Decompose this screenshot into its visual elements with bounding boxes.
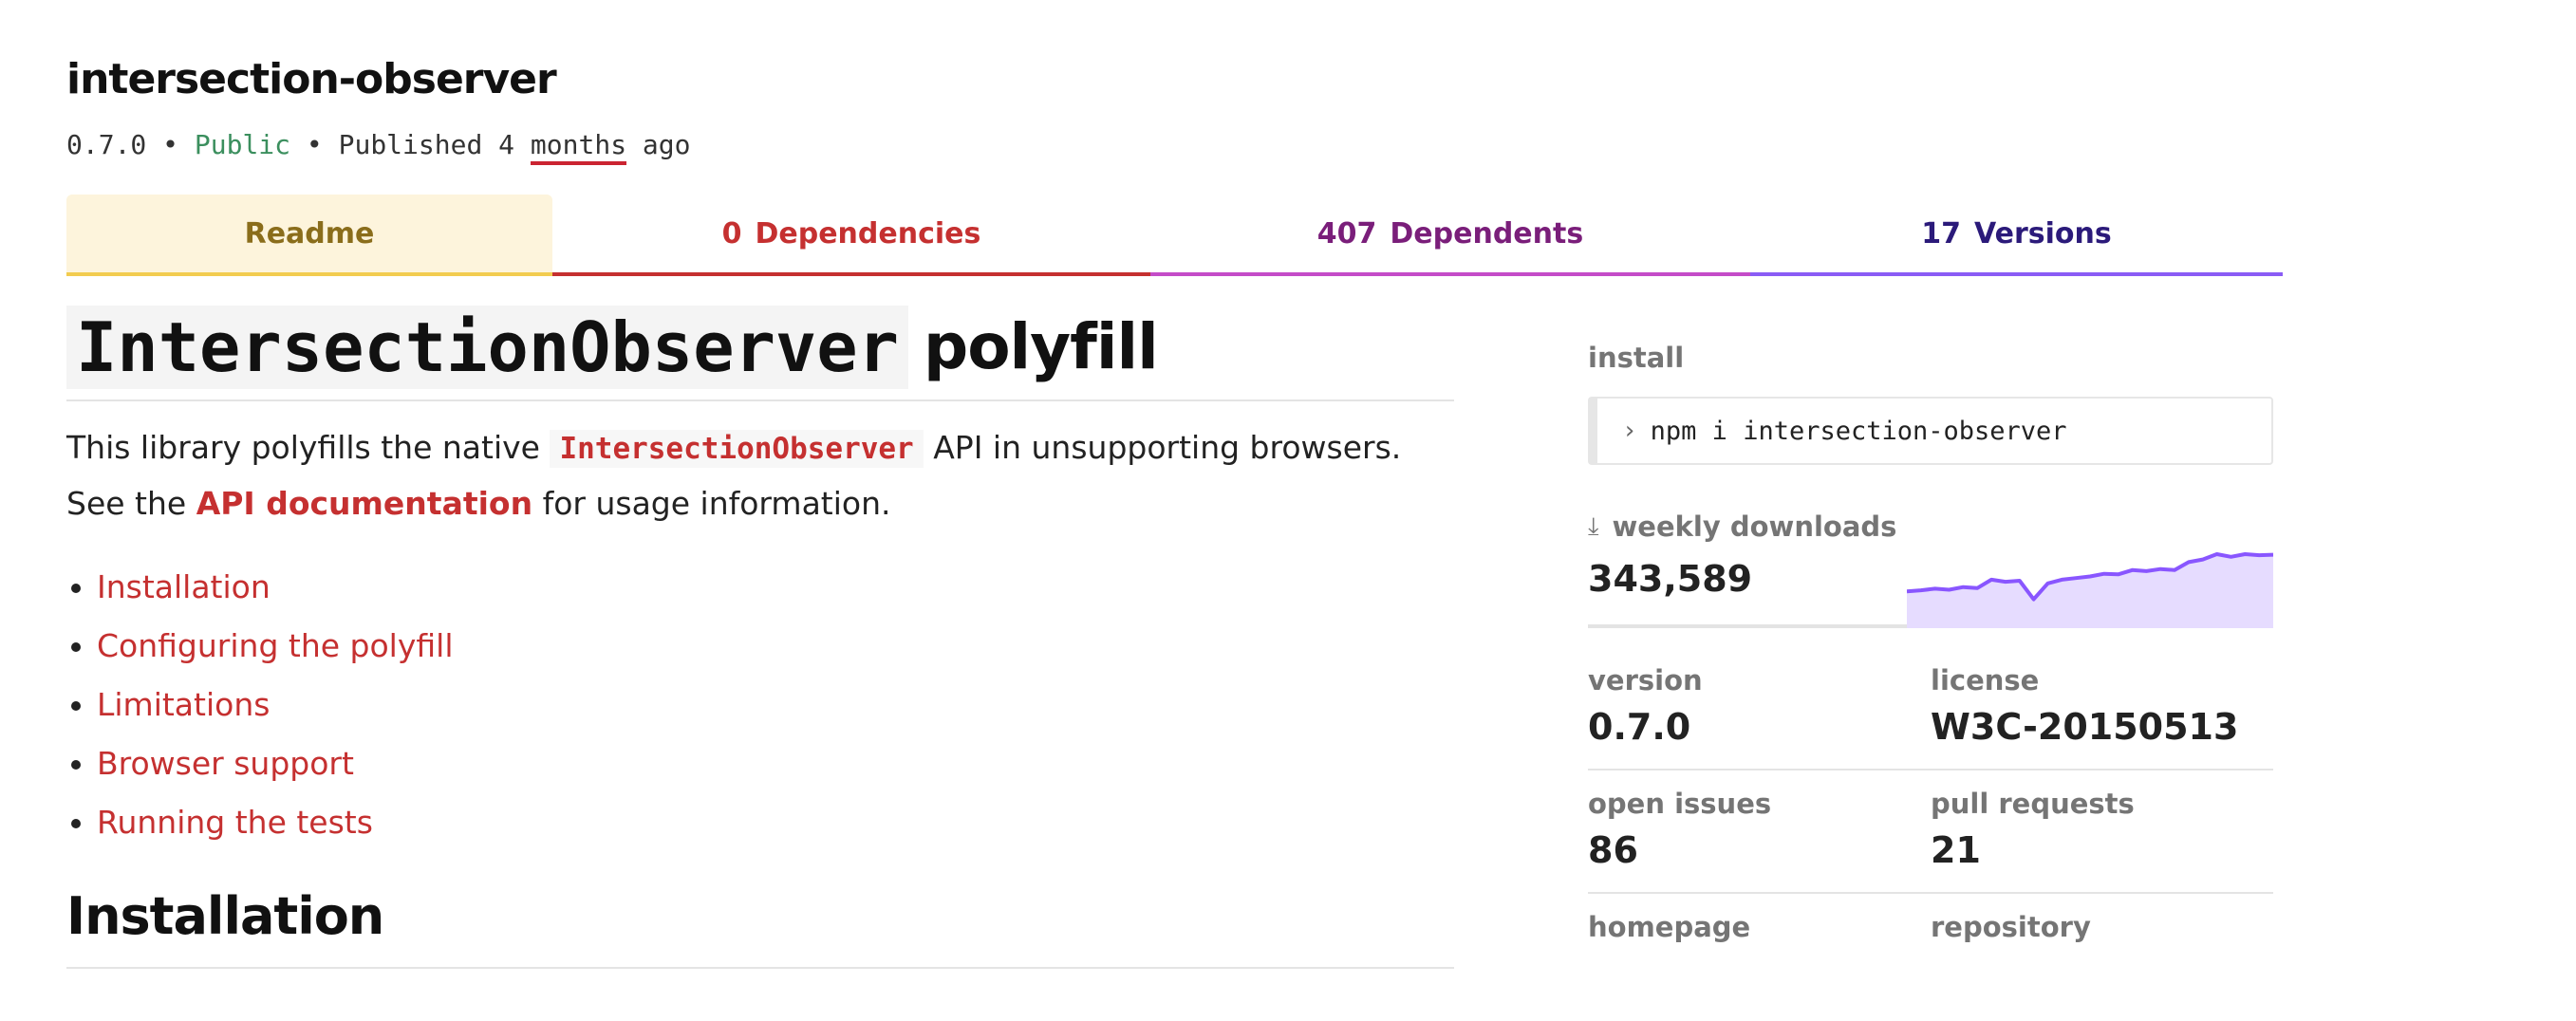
stat-label: pull requests <box>1931 788 2135 820</box>
package-tabs: Readme 0 Dependencies 407 Dependents 17 … <box>66 195 2283 276</box>
tab-label: Readme <box>244 216 375 251</box>
downloads-sparkline <box>1907 552 2273 628</box>
install-label: install <box>1588 342 1685 374</box>
stat-label: homepage <box>1588 911 1751 943</box>
sparkline-area <box>1907 554 2273 628</box>
intro-inline-code: IntersectionObserver <box>550 430 924 468</box>
tab-dependencies[interactable]: 0 Dependencies <box>552 195 1150 276</box>
stat-license: license W3C-20150513 <box>1931 664 2273 748</box>
readme-title-text: polyfill <box>923 310 1159 383</box>
table-of-contents: Installation Configuring the polyfill Li… <box>66 558 1454 852</box>
tab-label: Versions <box>1974 216 2112 251</box>
intro-text: This library polyfills the native <box>66 429 540 466</box>
toc-item: Running the tests <box>97 793 1454 852</box>
stat-label: open issues <box>1588 788 1772 820</box>
downloads-underline <box>1588 624 1907 628</box>
stat-row: version 0.7.0 license W3C-20150513 <box>1588 647 2273 770</box>
tab-count: 407 <box>1316 216 1377 251</box>
toc-link-configuring[interactable]: Configuring the polyfill <box>97 627 454 664</box>
stat-pull-requests: pull requests 21 <box>1931 788 2273 871</box>
stat-value: W3C-20150513 <box>1931 706 2239 748</box>
toc-link-limitations[interactable]: Limitations <box>97 686 270 723</box>
downloads-count: 343,589 <box>1588 558 1753 600</box>
tab-count: 0 <box>721 216 742 251</box>
section-heading: Installation <box>66 886 1454 969</box>
stat-value: 86 <box>1588 829 1638 871</box>
downloads-header: ⤓ weekly downloads <box>1588 510 2273 543</box>
stat-homepage: homepage <box>1588 911 1931 943</box>
stat-label: version <box>1588 664 1703 696</box>
stat-repository: repository <box>1931 911 2273 943</box>
downloads-label: weekly downloads <box>1612 510 1897 543</box>
readme-title-code: IntersectionObserver <box>66 305 908 389</box>
stat-version: version 0.7.0 <box>1588 664 1931 748</box>
tab-readme[interactable]: Readme <box>66 195 552 276</box>
tab-count: 17 <box>1921 216 1962 251</box>
meta-separator: • <box>162 129 179 160</box>
toc-link-browser-support[interactable]: Browser support <box>97 745 354 782</box>
visibility-label: Public <box>194 129 291 160</box>
stat-row: open issues 86 pull requests 21 <box>1588 770 2273 894</box>
published-unit: months <box>530 129 627 165</box>
readme-title: IntersectionObserver polyfill <box>66 302 1454 401</box>
toc-item: Limitations <box>97 676 1454 734</box>
stat-value: 21 <box>1931 829 1981 871</box>
package-title: intersection-observer <box>66 55 557 103</box>
toc-item: Browser support <box>97 734 1454 793</box>
terminal-prompt-icon: › <box>1622 417 1637 445</box>
readme-content: IntersectionObserver polyfill This libra… <box>66 302 1454 969</box>
package-meta: 0.7.0 • Public • Published 4 months ago <box>66 129 691 165</box>
api-documentation-link[interactable]: API documentation <box>196 485 532 522</box>
published-prefix: Published 4 <box>338 129 515 160</box>
package-stats: version 0.7.0 license W3C-20150513 open … <box>1588 647 2273 964</box>
tab-dependents[interactable]: 407 Dependents <box>1150 195 1750 276</box>
package-sidebar: install › npm i intersection-observer ⤓ … <box>1588 342 2273 964</box>
tab-versions[interactable]: 17 Versions <box>1750 195 2283 276</box>
install-command: npm i intersection-observer <box>1650 416 2067 446</box>
toc-link-installation[interactable]: Installation <box>97 568 271 605</box>
intro-text: for usage information. <box>542 485 891 522</box>
install-command-box[interactable]: › npm i intersection-observer <box>1588 397 2273 465</box>
stat-label: repository <box>1931 911 2091 943</box>
download-icon: ⤓ <box>1588 511 1599 541</box>
stat-open-issues: open issues 86 <box>1588 788 1931 871</box>
package-version: 0.7.0 <box>66 129 147 160</box>
downloads-row: 343,589 <box>1588 548 2273 634</box>
tab-label: Dependents <box>1390 216 1584 251</box>
tab-label: Dependencies <box>755 216 981 251</box>
toc-item: Installation <box>97 558 1454 617</box>
published-suffix: ago <box>642 129 691 160</box>
stat-label: license <box>1931 664 2040 696</box>
readme-intro: This library polyfills the native Inters… <box>66 420 1454 531</box>
toc-link-running-tests[interactable]: Running the tests <box>97 804 373 841</box>
stat-value: 0.7.0 <box>1588 706 1691 748</box>
stat-row: homepage repository <box>1588 894 2273 964</box>
toc-item: Configuring the polyfill <box>97 617 1454 676</box>
meta-separator: • <box>306 129 323 160</box>
